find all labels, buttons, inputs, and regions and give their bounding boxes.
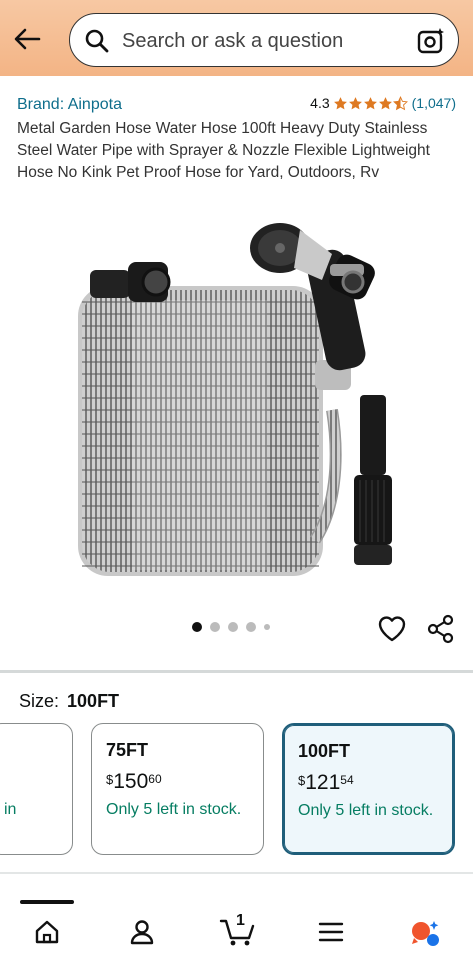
nav-rufus-assistant[interactable] <box>408 914 444 950</box>
brand-link[interactable]: Brand: Ainpota <box>17 96 122 114</box>
size-selector-label: Size: 100FT <box>19 691 119 712</box>
share-icon <box>427 614 454 644</box>
stock-status: Only 5 left in stock. <box>106 801 242 818</box>
wishlist-button[interactable] <box>376 612 408 644</box>
carousel-dot[interactable] <box>228 622 238 632</box>
nav-menu[interactable] <box>313 914 349 950</box>
nav-home[interactable] <box>29 914 65 950</box>
section-divider <box>0 872 473 874</box>
rating-count-link[interactable]: (1,047) <box>412 95 456 111</box>
carousel-dot[interactable] <box>264 624 270 630</box>
star-icon <box>333 96 347 109</box>
size-option-name: 75FT <box>106 740 149 760</box>
back-arrow-icon <box>14 28 41 50</box>
search-input[interactable]: Search or ask a question <box>122 28 343 54</box>
share-button[interactable] <box>426 614 456 644</box>
cart-count-badge: 1 <box>236 912 245 929</box>
product-image[interactable] <box>70 210 410 590</box>
top-header: Search or ask a question <box>0 0 473 76</box>
section-divider <box>0 670 473 673</box>
bottom-navigation: 1 <box>0 900 473 960</box>
carousel-dot[interactable] <box>192 622 202 632</box>
nav-cart[interactable]: 1 <box>218 912 258 950</box>
star-icon <box>378 96 392 109</box>
account-icon <box>130 920 154 945</box>
garden-hose-image <box>78 223 392 576</box>
back-button[interactable] <box>10 22 44 56</box>
size-option-card[interactable]: in <box>0 723 73 855</box>
size-option-name: 100FT <box>298 741 351 761</box>
star-rating <box>333 95 408 111</box>
search-icon <box>85 29 109 53</box>
size-option-card[interactable]: 75FT $ 150 60 Only 5 left in stock. <box>91 723 264 855</box>
size-selected-value: 100FT <box>67 691 120 711</box>
rating-value: 4.3 <box>310 95 330 111</box>
camera-search-icon[interactable] <box>416 26 446 56</box>
menu-icon <box>318 922 344 942</box>
price-fraction: 60 <box>148 772 162 786</box>
price-whole: 121 <box>305 771 341 794</box>
home-icon <box>35 920 59 944</box>
price-currency: $ <box>106 772 114 787</box>
heart-icon <box>378 616 406 642</box>
rating-summary[interactable]: 4.3 (1,047) <box>310 95 456 111</box>
price-currency: $ <box>298 773 306 788</box>
price-fraction: 54 <box>340 773 354 787</box>
stock-status: in <box>4 801 17 818</box>
stock-status: Only 5 left in stock. <box>298 802 434 819</box>
size-option-price: $ 150 60 <box>106 770 162 794</box>
image-carousel-dots[interactable] <box>192 622 270 632</box>
half-star-icon <box>392 95 408 110</box>
product-title: Metal Garden Hose Water Hose 100ft Heavy… <box>17 120 430 181</box>
star-icon <box>348 96 362 109</box>
star-icon <box>363 96 377 109</box>
price-whole: 150 <box>113 770 149 793</box>
nav-account[interactable] <box>124 914 160 950</box>
size-label-key: Size: <box>19 691 60 711</box>
active-tab-indicator <box>20 900 74 904</box>
search-bar[interactable]: Search or ask a question <box>69 13 459 67</box>
carousel-dot[interactable] <box>246 622 256 632</box>
size-option-price: $ 121 54 <box>298 771 354 795</box>
carousel-dot[interactable] <box>210 622 220 632</box>
size-option-card-selected[interactable]: 100FT $ 121 54 Only 5 left in stock. <box>282 723 455 855</box>
assistant-icon <box>412 921 439 946</box>
